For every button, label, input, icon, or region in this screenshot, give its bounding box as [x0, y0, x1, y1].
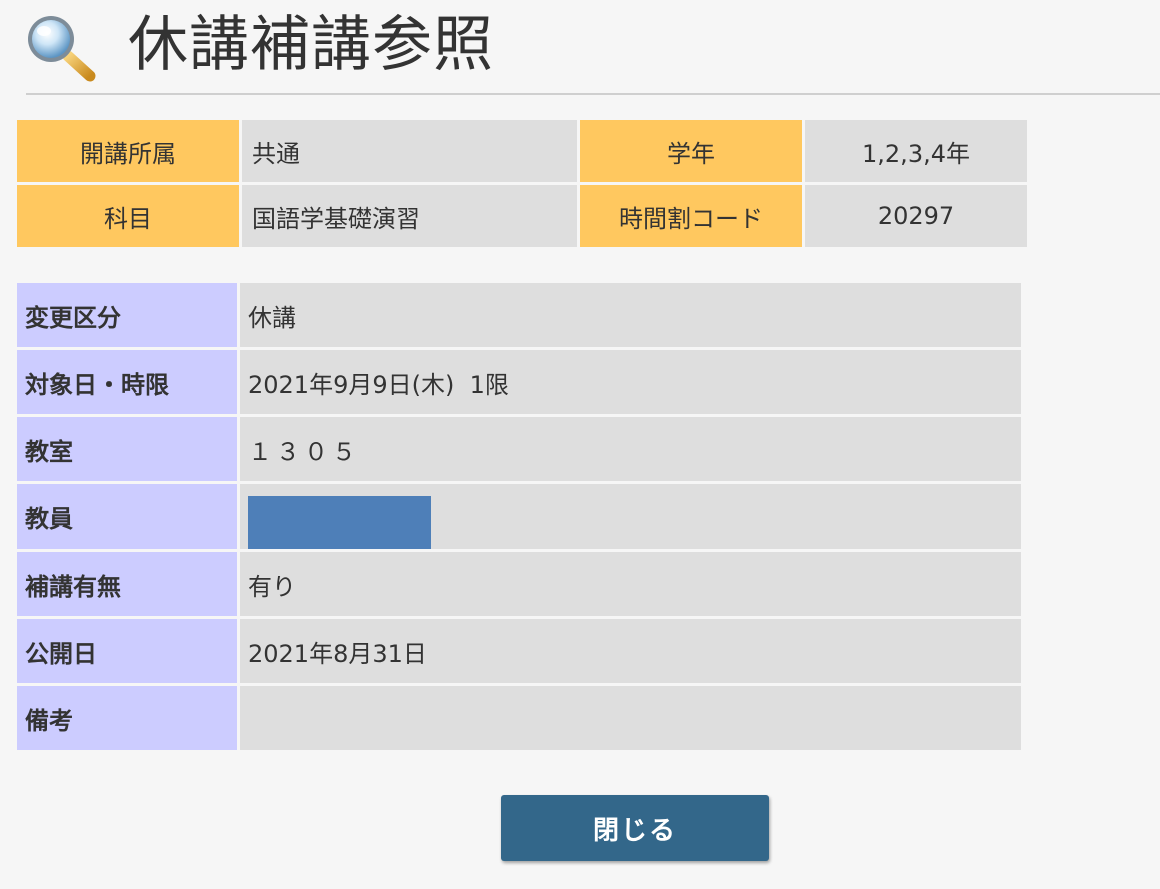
detail-row-classroom: 教室 １３０５ — [17, 417, 1021, 481]
makeup-label: 補講有無 — [17, 552, 237, 616]
subject-label: 科目 — [17, 185, 239, 247]
search-icon — [24, 12, 100, 82]
change-type-value: 休講 — [240, 283, 1021, 347]
close-button[interactable]: 閉じる — [501, 795, 769, 861]
faculty-label: 開講所属 — [17, 120, 239, 182]
detail-row-target-date: 対象日・時限 2021年9月9日(木) 1限 — [17, 350, 1021, 414]
target-date-label: 対象日・時限 — [17, 350, 237, 414]
detail-row-teacher: 教員 — [17, 484, 1021, 549]
grade-value: 1,2,3,4年 — [805, 120, 1027, 182]
classroom-label: 教室 — [17, 417, 237, 481]
change-type-label: 変更区分 — [17, 283, 237, 347]
makeup-value: 有り — [240, 552, 1021, 616]
course-summary-table: 開講所属 共通 学年 1,2,3,4年 科目 国語学基礎演習 時間割コード 20… — [14, 117, 1030, 250]
summary-row: 科目 国語学基礎演習 時間割コード 20297 — [17, 185, 1027, 247]
summary-row: 開講所属 共通 学年 1,2,3,4年 — [17, 120, 1027, 182]
timetable-code-label: 時間割コード — [580, 185, 802, 247]
header-divider — [26, 93, 1160, 95]
remarks-label: 備考 — [17, 686, 237, 750]
classroom-value: １３０５ — [240, 417, 1021, 481]
subject-value: 国語学基礎演習 — [242, 185, 577, 247]
publish-date-label: 公開日 — [17, 619, 237, 683]
detail-row-change-type: 変更区分 休講 — [17, 283, 1021, 347]
timetable-code-value: 20297 — [805, 185, 1027, 247]
change-detail-table: 変更区分 休講 対象日・時限 2021年9月9日(木) 1限 教室 １３０５ 教… — [14, 280, 1024, 753]
teacher-value — [240, 484, 1021, 549]
faculty-value: 共通 — [242, 120, 577, 182]
grade-label: 学年 — [580, 120, 802, 182]
redaction-block — [248, 496, 431, 549]
detail-row-remarks: 備考 — [17, 686, 1021, 750]
remarks-value — [240, 686, 1021, 750]
publish-date-value: 2021年8月31日 — [240, 619, 1021, 683]
page-header: 休講補講参照 — [0, 0, 1160, 96]
page-title: 休講補講参照 — [128, 10, 494, 80]
target-date-value: 2021年9月9日(木) 1限 — [240, 350, 1021, 414]
teacher-label: 教員 — [17, 484, 237, 549]
page: 休講補講参照 開講所属 共通 学年 1,2,3,4年 科目 国語学基礎演習 時間… — [0, 0, 1160, 889]
detail-row-makeup: 補講有無 有り — [17, 552, 1021, 616]
detail-row-publish-date: 公開日 2021年8月31日 — [17, 619, 1021, 683]
